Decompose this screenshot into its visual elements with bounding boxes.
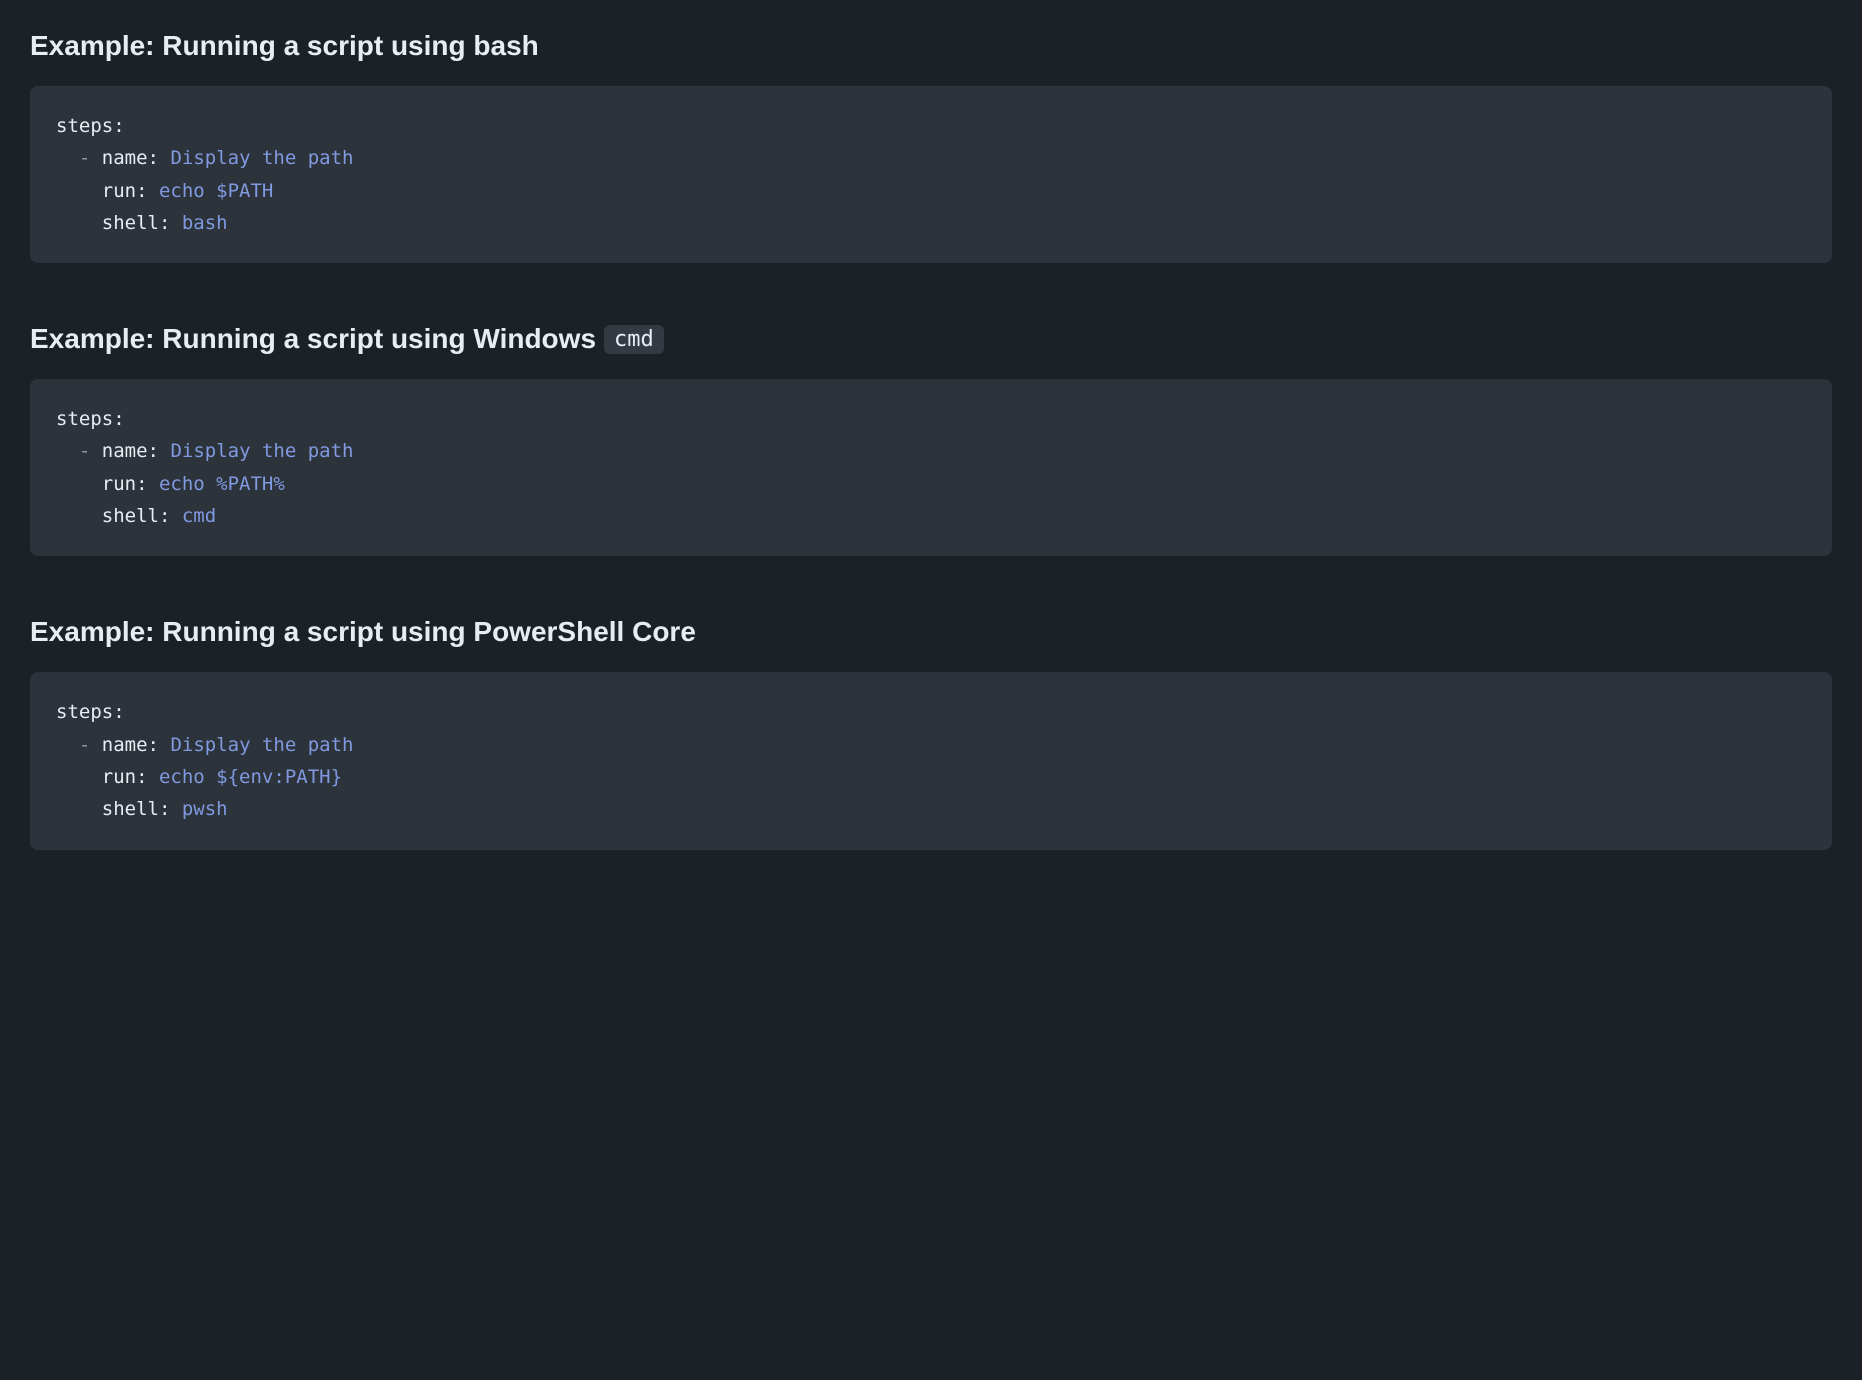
steps-key: steps: (56, 408, 125, 430)
name-value: Display the path (170, 147, 353, 169)
run-value: echo $PATH (159, 180, 273, 202)
steps-key: steps: (56, 701, 125, 723)
run-key: run: (102, 766, 148, 788)
code-content: steps: - name: Display the path run: ech… (56, 696, 1806, 825)
shell-value: bash (182, 212, 228, 234)
code-block-bash: steps: - name: Display the path run: ech… (30, 86, 1832, 263)
code-content: steps: - name: Display the path run: ech… (56, 403, 1806, 532)
code-content: steps: - name: Display the path run: ech… (56, 110, 1806, 239)
code-block-pwsh: steps: - name: Display the path run: ech… (30, 672, 1832, 849)
yaml-dash: - (79, 734, 90, 756)
shell-key: shell: (102, 212, 171, 234)
shell-key: shell: (102, 505, 171, 527)
shell-value: cmd (182, 505, 216, 527)
run-value: echo ${env:PATH} (159, 766, 342, 788)
steps-key: steps: (56, 115, 125, 137)
run-key: run: (102, 180, 148, 202)
yaml-dash: - (79, 147, 90, 169)
code-block-cmd: steps: - name: Display the path run: ech… (30, 379, 1832, 556)
example-pwsh-section: Example: Running a script using PowerShe… (30, 616, 1832, 849)
name-key: name: (102, 440, 159, 462)
name-value: Display the path (170, 440, 353, 462)
shell-value: pwsh (182, 798, 228, 820)
example-pwsh-title: Example: Running a script using PowerShe… (30, 616, 1832, 648)
name-value: Display the path (170, 734, 353, 756)
yaml-dash: - (79, 440, 90, 462)
example-cmd-section: Example: Running a script using Windows … (30, 323, 1832, 556)
name-key: name: (102, 734, 159, 756)
heading-text: Example: Running a script using Windows (30, 323, 596, 355)
heading-inline-code: cmd (604, 325, 664, 354)
example-cmd-title: Example: Running a script using Windows … (30, 323, 1832, 355)
example-bash-section: Example: Running a script using bash ste… (30, 30, 1832, 263)
run-key: run: (102, 473, 148, 495)
name-key: name: (102, 147, 159, 169)
heading-text: Example: Running a script using PowerShe… (30, 616, 696, 648)
run-value: echo %PATH% (159, 473, 285, 495)
shell-key: shell: (102, 798, 171, 820)
heading-text: Example: Running a script using bash (30, 30, 539, 62)
example-bash-title: Example: Running a script using bash (30, 30, 1832, 62)
